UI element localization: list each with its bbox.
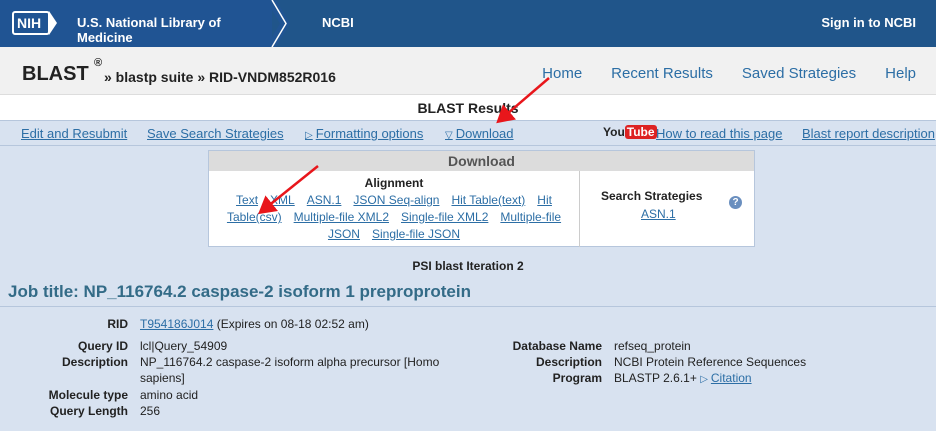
library-name[interactable]: U.S. National Library of Medicine [77, 15, 272, 45]
query-id-value: lcl|Query_54909 [140, 339, 228, 353]
triangle-right-icon: ▷ [700, 374, 708, 385]
save-strategies-link[interactable]: Save Search Strategies [147, 126, 284, 141]
job-title: Job title: NP_116764.2 caspase-2 isoform… [8, 282, 471, 301]
youtube-you-text: You [603, 125, 625, 139]
rid-link[interactable]: T954186J014 [140, 317, 213, 331]
page-title: BLAST Results [417, 100, 519, 116]
db-description-label: Description [535, 355, 602, 369]
rid-label: RID [107, 317, 128, 331]
help-icon[interactable]: ? [729, 196, 742, 209]
blast-home-logo[interactable]: BLAST [22, 63, 89, 86]
nav-home[interactable]: Home [542, 65, 582, 82]
edit-resubmit-link[interactable]: Edit and Resubmit [21, 126, 127, 141]
download-row-2: Table(csv) Multiple-file XML2 Single-file … [209, 210, 579, 224]
formatting-options-label: Formatting options [315, 126, 424, 141]
nih-branding[interactable]: NIH U.S. National Library of Medicine [0, 0, 272, 47]
db-description-value: NCBI Protein Reference Sequences [614, 355, 807, 369]
blast-subheader: BLAST ® » blastp suite » RID-VNDM852R016… [0, 47, 936, 95]
nav-saved-strategies[interactable]: Saved Strategies [742, 65, 856, 82]
query-length-value: 256 [140, 404, 161, 418]
description-value-line1: NP_116764.2 caspase-2 isoform alpha prec… [140, 355, 440, 369]
top-header-bar: NIH U.S. National Library of Medicine NC… [0, 0, 936, 47]
query-length-label: Query Length [49, 404, 128, 418]
download-text[interactable]: Text [236, 193, 258, 207]
results-main: Download Alignment Text XML ASN.1 JSON Seq-… [0, 146, 936, 431]
molecule-type-value: amino acid [140, 388, 199, 402]
search-strategies-title: Search Strategies [601, 189, 703, 203]
program-value: BLASTP 2.6.1+ ▷ Citation [614, 371, 752, 385]
download-single-xml2[interactable]: Single-file XML2 [401, 210, 488, 224]
rid-value: T954186J014 (Expires on 08-18 02:52 am) [140, 317, 369, 331]
nih-logo[interactable]: NIH [12, 11, 57, 35]
search-strategies-asn1[interactable]: ASN.1 [641, 207, 676, 221]
download-multi-json[interactable]: JSON [328, 227, 360, 241]
citation-link[interactable]: Citation [711, 371, 752, 385]
download-row-1: Text XML ASN.1 JSON Seq-align Hit Table(text… [209, 193, 579, 207]
download-multi-json-part1[interactable]: Multiple-file [500, 210, 561, 224]
formatting-options-toggle[interactable]: ▷ Formatting options [305, 126, 423, 141]
triangle-down-icon: ▽ [445, 130, 453, 141]
triangle-right-icon: ▷ [305, 130, 313, 141]
results-toolbar: Edit and Resubmit Save Search Strategies… [0, 120, 936, 146]
how-to-read-link[interactable]: How to read this page [656, 126, 782, 141]
breadcrumb-chevron-icon [266, 0, 290, 47]
molecule-type-label: Molecule type [48, 388, 128, 402]
download-asn1[interactable]: ASN.1 [307, 193, 342, 207]
download-row-3: JSON Single-file JSON [209, 227, 579, 241]
download-toggle[interactable]: ▽ Download [445, 126, 514, 141]
download-xml[interactable]: XML [270, 193, 295, 207]
program-label: Program [552, 371, 602, 385]
youtube-tube-text: Tube [624, 125, 657, 139]
database-name-value: refseq_protein [614, 339, 691, 353]
youtube-icon[interactable]: You Tube [603, 125, 657, 139]
database-name-label: Database Name [512, 339, 602, 353]
divider [0, 306, 936, 307]
blast-nav: Home Recent Results Saved Strategies Hel… [542, 65, 916, 82]
download-hit-table-text[interactable]: Hit Table(text) [451, 193, 525, 207]
query-id-label: Query ID [77, 339, 128, 353]
psi-iteration-label: PSI blast Iteration 2 [412, 259, 524, 273]
description-label: Description [61, 355, 128, 369]
download-multi-xml2[interactable]: Multiple-file XML2 [294, 210, 389, 224]
download-single-json[interactable]: Single-file JSON [372, 227, 460, 241]
registered-mark: ® [94, 57, 103, 69]
nav-help[interactable]: Help [885, 65, 916, 82]
program-name: BLASTP 2.6.1+ [614, 371, 697, 385]
alignment-downloads: Alignment Text XML ASN.1 JSON Seq-align Hit … [209, 171, 579, 247]
alignment-title: Alignment [364, 176, 424, 190]
report-description-link[interactable]: Blast report description [802, 126, 935, 141]
download-json-seq-align[interactable]: JSON Seq-align [353, 193, 439, 207]
download-hit-table-csv[interactable]: Table(csv) [227, 210, 282, 224]
rid-expiry: (Expires on 08-18 02:52 am) [216, 317, 369, 331]
breadcrumb: » blastp suite » RID-VNDM852R016 [104, 69, 336, 85]
download-panel: Download Alignment Text XML ASN.1 JSON Seq-… [208, 150, 755, 247]
sign-in-link[interactable]: Sign in to NCBI [821, 15, 916, 30]
nav-recent-results[interactable]: Recent Results [611, 65, 713, 82]
search-strategies-download: Search Strategies ASN.1 ? [579, 171, 755, 247]
download-panel-title: Download [209, 151, 754, 171]
download-hit-table-csv-part1[interactable]: Hit [537, 193, 552, 207]
description-value-line2: sapiens] [140, 371, 185, 385]
ncbi-link[interactable]: NCBI [322, 15, 354, 30]
download-label: Download [455, 126, 514, 141]
